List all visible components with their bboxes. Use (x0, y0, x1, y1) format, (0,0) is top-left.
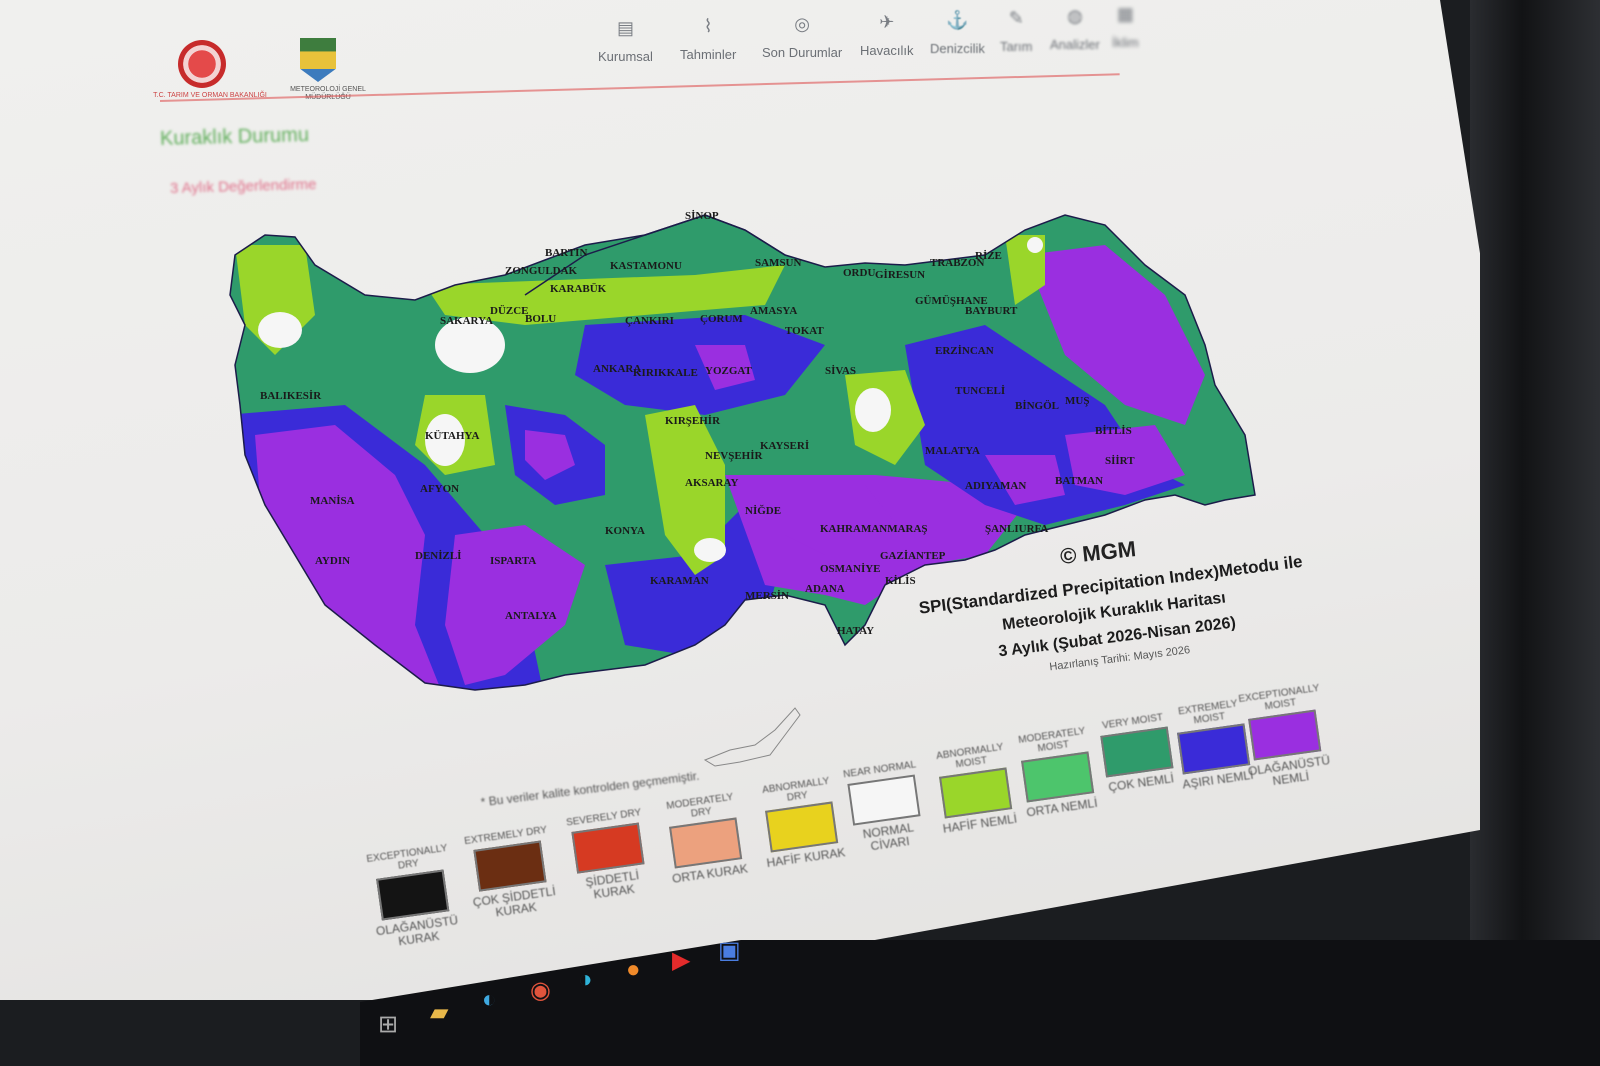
city-label: KARABÜK (550, 283, 607, 295)
start-icon[interactable]: ⊞ (378, 1010, 398, 1039)
city-label: GAZİANTEP (880, 550, 946, 562)
legend-item-extremely-dry: EXTREMELY DRY ÇOK ŞİDDETLİ KURAK (463, 824, 557, 920)
city-label: ORDU (843, 267, 876, 279)
city-label: ISPARTA (490, 555, 537, 567)
chart-icon: ⌇ (703, 16, 713, 36)
city-label: ÇANKIRI (625, 315, 674, 327)
legend-swatch (376, 869, 450, 921)
city-label: MERSİN (745, 590, 790, 602)
edge-icon[interactable]: ◐ (482, 986, 497, 1014)
city-label: MUŞ (1065, 395, 1090, 407)
city-label: ÇORUM (700, 313, 743, 325)
city-label: GİRESUN (875, 269, 926, 281)
legend-swatch (765, 801, 839, 853)
city-label: DÜZCE (490, 305, 529, 317)
city-label: AYDIN (315, 555, 351, 567)
city-label: MALATYA (925, 445, 981, 457)
city-label: DENİZLİ (415, 550, 462, 562)
plane-icon: ✈ (879, 12, 895, 32)
legend-item-moderately-dry: MODERATELY DRY ORTA KURAK (665, 791, 749, 886)
city-label: ŞANLIURFA (985, 523, 1049, 535)
check-circle-icon: ◎ (794, 14, 810, 34)
city-label: AKSARAY (685, 477, 739, 489)
city-label: AMASYA (750, 305, 798, 317)
legend-swatch (1248, 709, 1322, 761)
city-label: YOZGAT (705, 365, 752, 377)
drop-icon: ◍ (1067, 6, 1083, 26)
legend-swatch (1021, 751, 1095, 803)
city-label: HATAY (837, 625, 875, 637)
city-label: BALIKESİR (260, 390, 322, 402)
legend-swatch (669, 817, 743, 869)
legend-swatch (571, 822, 645, 874)
city-label: KONYA (605, 525, 645, 537)
city-label: KASTAMONU (610, 260, 682, 272)
city-label: BOLU (525, 313, 557, 325)
nav-item-denizcilik[interactable]: ⚓ Denizcilik (930, 10, 985, 56)
city-label: ADANA (805, 583, 845, 595)
city-label: BİTLİS (1095, 425, 1132, 437)
chrome-icon[interactable]: ◉ (530, 976, 551, 1005)
city-label: AFYON (420, 483, 460, 495)
nav-item-kurumsal[interactable]: ▤ Kurumsal (598, 18, 653, 64)
file-explorer-icon[interactable]: ▰ (430, 998, 448, 1027)
city-label: BAYBURT (965, 305, 1018, 317)
city-label: KIRŞEHİR (665, 415, 721, 427)
city-label: KAYSERİ (760, 440, 810, 452)
city-label: SAMSUN (755, 257, 802, 269)
city-label: ZONGULDAK (505, 265, 578, 277)
city-label: ADIYAMAN (965, 480, 1027, 492)
nav-item-havacilik[interactable]: ✈ Havacılık (860, 12, 913, 58)
nav-item-analizler[interactable]: ◍ Analizler (1050, 6, 1100, 52)
nav-item-iklim[interactable]: ▦ İklim (1112, 4, 1139, 50)
section-title: Kuraklık Durumu (159, 124, 310, 150)
city-label: BARTIN (545, 247, 588, 259)
city-label: NEVŞEHİR (705, 450, 763, 462)
legend-item-exceptionally-dry: EXCEPTIONALLY DRY OLAĞANÜSTÜ KURAK (365, 842, 459, 949)
monitor-bezel (1470, 0, 1600, 1066)
cyprus-outline (703, 707, 801, 767)
city-label: TUNCELİ (955, 385, 1006, 397)
city-label: OSMANİYE (820, 563, 881, 575)
city-label: NİĞDE (745, 505, 782, 517)
legend-swatch (1100, 726, 1174, 778)
building-icon: ▤ (616, 18, 634, 38)
subsection-title: 3 Aylık Değerlendirme (169, 175, 317, 198)
city-label: SİNOP (685, 210, 719, 222)
legend-swatch (847, 774, 921, 826)
monitor-screen: T.C. TARIM VE ORMAN BAKANLIĞI METEOROLOJ… (0, 0, 1480, 1000)
city-label: KAHRAMANMARAŞ (820, 523, 928, 535)
grid-icon: ▦ (1116, 4, 1134, 24)
nav-item-tahminler[interactable]: ⌇ Tahminler (680, 16, 736, 62)
legend-item-near-normal: NEAR NORMAL NORMAL CİVARI (834, 758, 935, 857)
city-label: TOKAT (785, 325, 824, 337)
nav-item-son-durumlar[interactable]: ◎ Son Durumlar (762, 14, 842, 60)
site-header: T.C. TARIM VE ORMAN BAKANLIĞI METEOROLOJ… (0, 0, 1440, 110)
anchor-icon: ⚓ (946, 10, 969, 30)
mgm-logo[interactable] (300, 38, 336, 82)
leaf-icon: ✎ (1008, 8, 1024, 28)
edge-new-icon[interactable]: ◑ (578, 966, 593, 994)
legend-item-severely-dry: SEVERELY DRY ŞİDDETLİ KURAK (558, 806, 659, 905)
city-label: SAKARYA (440, 315, 493, 327)
city-label: MANİSA (310, 495, 355, 507)
city-label: KARAMAN (650, 575, 709, 587)
legend-swatch (939, 767, 1013, 819)
city-label: KIRIKKALE (633, 367, 698, 379)
city-label: BİNGÖL (1015, 400, 1060, 412)
city-label: SİİRT (1105, 455, 1135, 467)
legend-item-exceptionally-moist: EXCEPTIONALLY MOIST OLAĞANÜSTÜ NEMLİ (1237, 682, 1331, 789)
city-label: KİLİS (885, 575, 916, 587)
ministry-logo[interactable] (178, 40, 226, 88)
legend-swatch (473, 840, 547, 892)
firefox-icon[interactable]: ● (626, 956, 641, 984)
city-label: ANTALYA (505, 610, 557, 622)
city-label: ERZİNCAN (935, 345, 994, 357)
nav-item-tarim[interactable]: ✎ Tarım (1000, 8, 1033, 54)
city-label: RİZE (975, 250, 1002, 262)
city-label: SİVAS (825, 365, 856, 377)
city-label: KÜTAHYA (425, 430, 480, 442)
city-label: BATMAN (1055, 475, 1104, 487)
